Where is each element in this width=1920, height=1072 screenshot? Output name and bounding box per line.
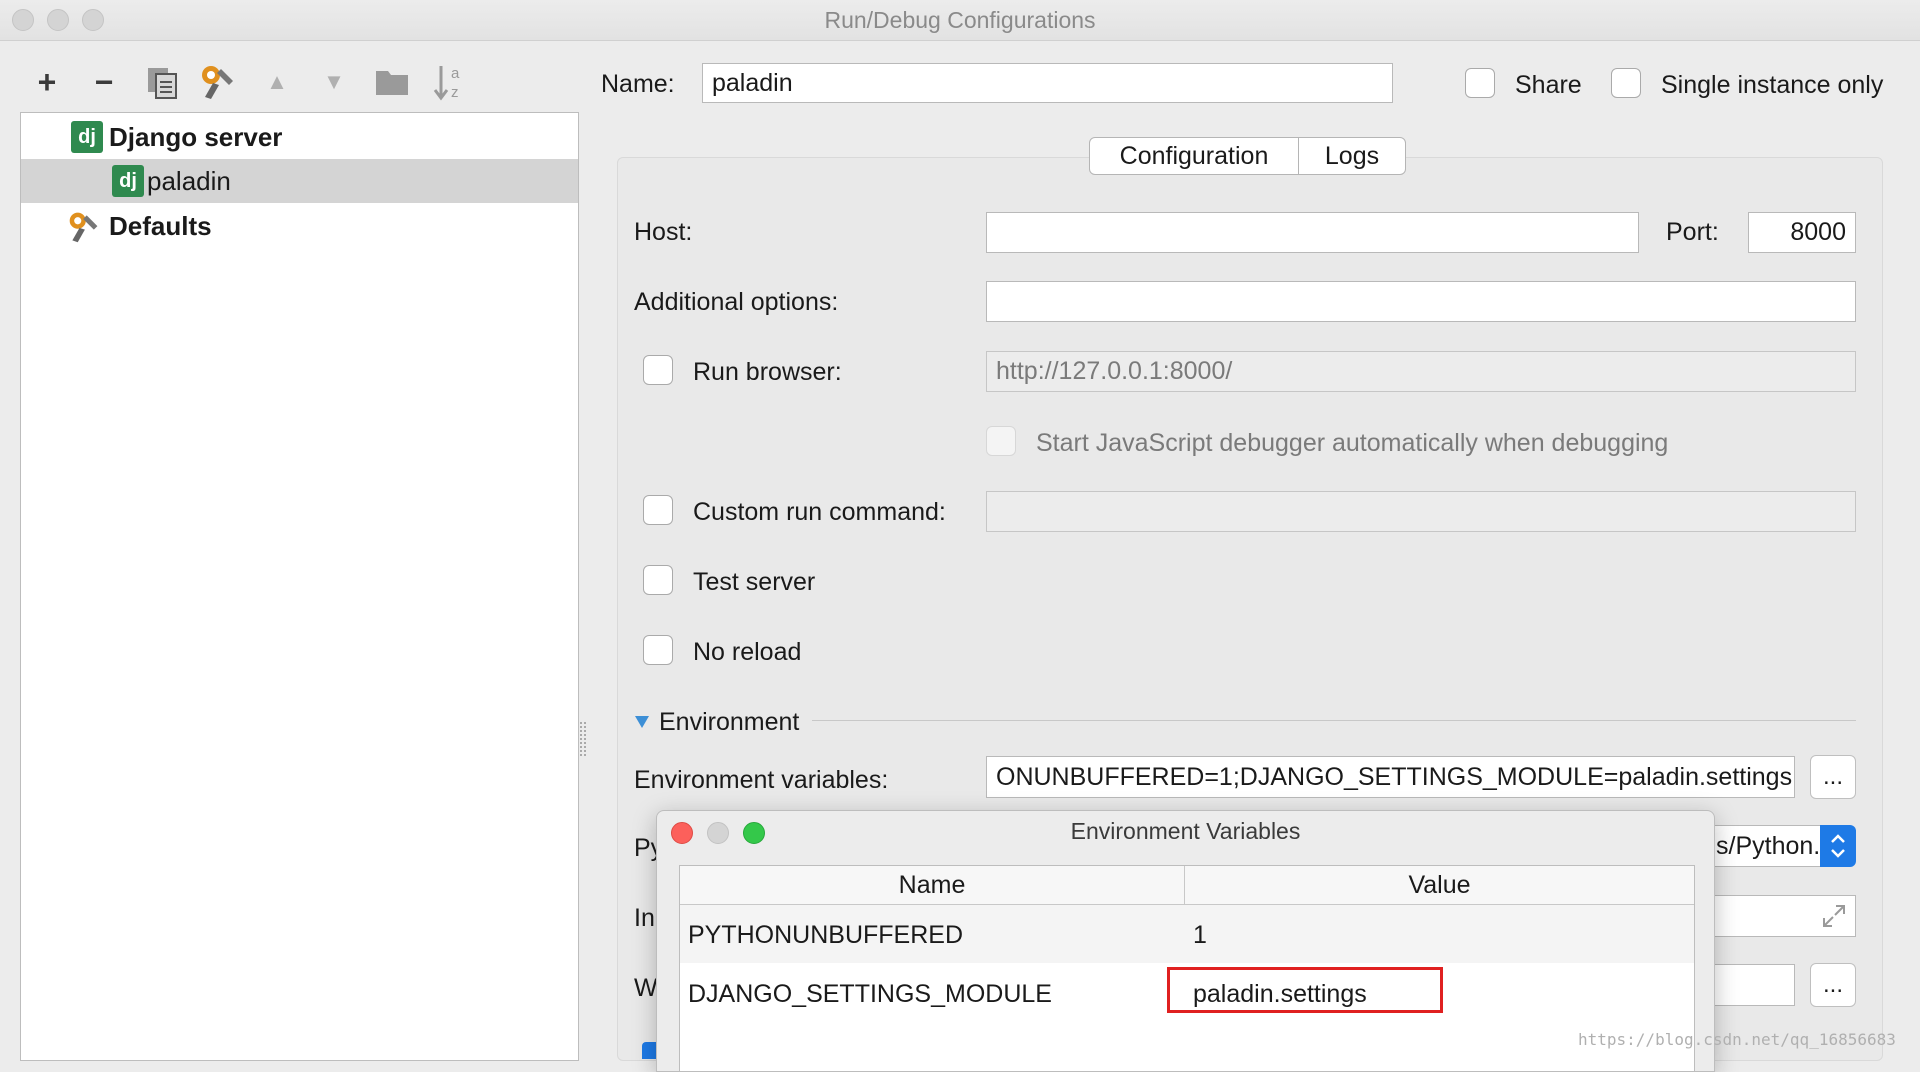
test-server-label: Test server <box>693 568 816 596</box>
move-down-icon[interactable]: ▼ <box>315 60 353 104</box>
select-stepper-icon[interactable] <box>1820 825 1856 867</box>
tree-item-django-server[interactable]: dj Django server <box>21 115 578 159</box>
config-tree[interactable]: dj Django server dj paladin Defaults <box>20 112 579 1061</box>
name-input[interactable]: paladin <box>702 63 1393 103</box>
move-up-icon[interactable]: ▲ <box>258 60 296 104</box>
working-directory-label: W <box>634 974 658 1002</box>
dialog-title: Environment Variables <box>1070 818 1301 844</box>
additional-options-label: Additional options: <box>634 288 839 316</box>
custom-run-input[interactable] <box>986 491 1856 532</box>
copy-config-icon[interactable] <box>143 60 181 104</box>
single-instance-checkbox[interactable] <box>1611 68 1641 98</box>
django-icon: dj <box>71 121 103 153</box>
window-title: Run/Debug Configurations <box>824 7 1096 33</box>
table-cell-name[interactable]: PYTHONUNBUFFERED <box>688 921 963 950</box>
python-interpreter-select[interactable]: s/Python. <box>1711 825 1821 867</box>
single-instance-label: Single instance only <box>1661 71 1884 99</box>
env-vars-browse-button[interactable]: ... <box>1810 755 1856 799</box>
port-input[interactable]: 8000 <box>1748 212 1856 253</box>
splitter-handle[interactable] <box>580 722 586 756</box>
expand-icon[interactable] <box>1820 902 1848 930</box>
sort-alphabetically-icon[interactable]: az <box>430 60 468 104</box>
tree-defaults-label: Defaults <box>109 210 212 241</box>
working-directory-input[interactable] <box>1711 964 1795 1006</box>
column-header-name[interactable]: Name <box>680 866 1185 905</box>
section-divider <box>812 720 1856 721</box>
watermark: https://blog.csdn.net/qq_16856683 <box>1578 1030 1896 1049</box>
working-directory-browse-button[interactable]: ... <box>1810 963 1856 1007</box>
host-input[interactable] <box>986 212 1639 253</box>
django-icon: dj <box>112 165 144 197</box>
run-browser-checkbox[interactable] <box>643 355 673 385</box>
svg-text:a: a <box>451 65 460 82</box>
share-label: Share <box>1515 71 1582 99</box>
tree-item-label: paladin <box>147 165 231 196</box>
folder-icon[interactable] <box>373 60 411 104</box>
env-vars-input[interactable]: ONUNBUFFERED=1;DJANGO_SETTINGS_MODULE=pa… <box>986 756 1795 798</box>
environment-collapse-icon[interactable] <box>634 715 650 729</box>
port-label: Port: <box>1666 218 1719 246</box>
table-cell-name[interactable]: DJANGO_SETTINGS_MODULE <box>688 980 1052 1009</box>
run-browser-url-input[interactable]: http://127.0.0.1:8000/ <box>986 351 1856 392</box>
no-reload-label: No reload <box>693 638 802 666</box>
env-vars-table[interactable]: Name Value PYTHONUNBUFFERED 1 DJANGO_SET… <box>679 865 1695 1071</box>
js-debugger-label: Start JavaScript debugger automatically … <box>1036 429 1669 457</box>
custom-run-label: Custom run command: <box>693 498 946 526</box>
add-config-icon[interactable]: + <box>28 60 66 104</box>
table-cell-value[interactable]: paladin.settings <box>1193 980 1367 1009</box>
remove-config-icon[interactable]: − <box>85 60 123 104</box>
partial-checkbox[interactable] <box>642 1042 656 1059</box>
test-server-checkbox[interactable] <box>643 565 673 595</box>
tree-group-label: Django server <box>109 121 283 152</box>
host-label: Host: <box>634 218 693 246</box>
env-vars-label: Environment variables: <box>634 766 889 794</box>
tree-item-defaults[interactable]: Defaults <box>21 204 578 248</box>
interpreter-options-label: In <box>634 904 655 932</box>
defaults-wrench-icon <box>69 212 98 243</box>
environment-variables-dialog: Environment Variables Name Value PYTHONU… <box>656 810 1715 1072</box>
name-label: Name: <box>601 70 675 98</box>
tree-item-paladin[interactable]: dj paladin <box>21 159 578 203</box>
table-cell-value[interactable]: 1 <box>1193 921 1207 950</box>
run-browser-label: Run browser: <box>693 358 842 386</box>
custom-run-checkbox[interactable] <box>643 495 673 525</box>
svg-text:z: z <box>451 84 459 101</box>
share-checkbox[interactable] <box>1465 68 1495 98</box>
column-header-value[interactable]: Value <box>1185 866 1694 905</box>
tab-configuration[interactable]: Configuration <box>1089 137 1299 175</box>
environment-section-title: Environment <box>659 708 800 736</box>
no-reload-checkbox[interactable] <box>643 635 673 665</box>
tab-logs[interactable]: Logs <box>1298 137 1406 175</box>
js-debugger-checkbox[interactable] <box>986 426 1016 456</box>
edit-defaults-wrench-icon[interactable] <box>199 60 237 104</box>
additional-options-input[interactable] <box>986 281 1856 322</box>
